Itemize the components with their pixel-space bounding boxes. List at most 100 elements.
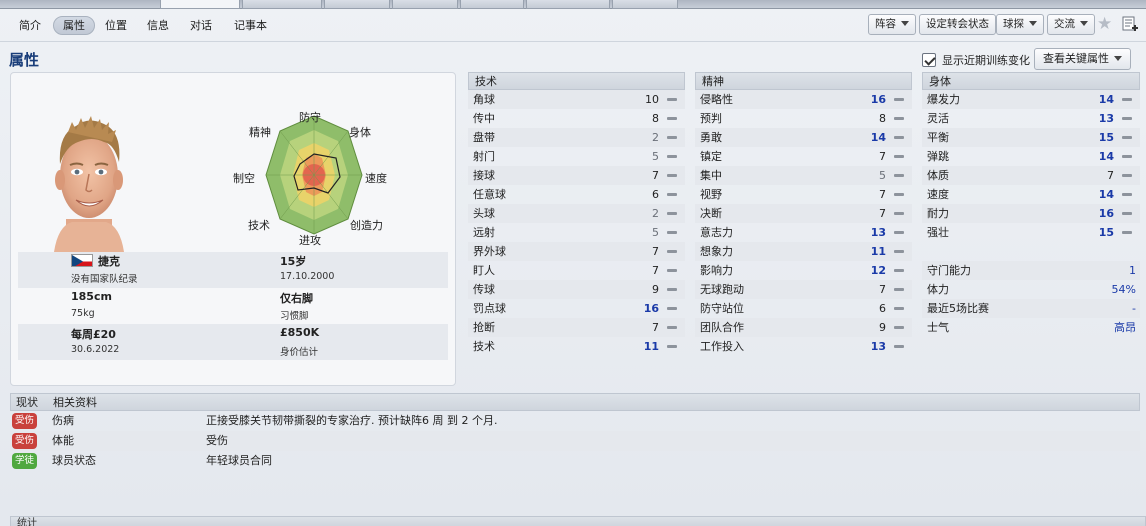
attribute-name: 决断 [700, 207, 722, 220]
attribute-value: 13 [870, 226, 886, 239]
attribute-row[interactable]: 界外球 7 [468, 242, 685, 261]
no-change-icon [667, 250, 677, 253]
attribute-name: 勇敢 [700, 131, 722, 144]
attribute-row[interactable]: 勇敢 14 [695, 128, 912, 147]
attribute-row[interactable]: 体质 7 [922, 166, 1140, 185]
attribute-row[interactable]: 角球 10 [468, 90, 685, 109]
no-change-icon [894, 288, 904, 291]
attribute-name: 工作投入 [700, 340, 744, 353]
subnav-positions[interactable]: 位置 [96, 16, 136, 35]
attribute-row[interactable]: 传球 9 [468, 280, 685, 299]
status-detail: 受伤 [206, 434, 228, 447]
attribute-name: 体质 [927, 169, 949, 182]
attribute-row[interactable]: 接球 7 [468, 166, 685, 185]
subnav-attributes[interactable]: 属性 [53, 16, 95, 35]
nationality-cell[interactable]: 捷克 [71, 253, 120, 269]
star-icon[interactable]: ★ [1097, 15, 1115, 33]
subnav-notebook[interactable]: 记事本 [225, 16, 276, 35]
attribute-row[interactable]: 体力 54% [922, 280, 1140, 299]
age: 15岁 [280, 255, 307, 268]
interact-dropdown[interactable]: 交流 [1047, 14, 1095, 35]
attribute-value: 54% [1111, 283, 1136, 296]
info-row: 每周£20 30.6.2022 £850K 身价估计 [18, 324, 448, 360]
attribute-row[interactable]: 侵略性 16 [695, 90, 912, 109]
top-tab[interactable] [526, 0, 610, 9]
attribute-row[interactable]: 远射 5 [468, 223, 685, 242]
subnav-info[interactable]: 信息 [138, 16, 178, 35]
lineup-dropdown[interactable]: 阵容 [868, 14, 916, 35]
attribute-row[interactable]: 耐力 16 [922, 204, 1140, 223]
attribute-row[interactable]: 技术 11 [468, 337, 685, 356]
attribute-row[interactable]: 士气 高昂 [922, 318, 1140, 337]
attribute-name: 想象力 [700, 245, 733, 258]
radar-label-mental: 精神 [249, 126, 271, 139]
attribute-row[interactable]: 任意球 6 [468, 185, 685, 204]
attribute-row[interactable]: 罚点球 16 [468, 299, 685, 318]
attribute-value: 14 [1098, 188, 1114, 201]
attribute-value: - [1132, 302, 1136, 315]
attribute-row[interactable]: 抢断 7 [468, 318, 685, 337]
attribute-value: 12 [870, 264, 886, 277]
attribute-row[interactable]: 视野 7 [695, 185, 912, 204]
top-tab[interactable] [242, 0, 322, 9]
top-tab[interactable] [460, 0, 524, 9]
attribute-name: 角球 [473, 93, 495, 106]
add-note-icon[interactable] [1122, 16, 1138, 34]
attribute-value: 11 [643, 340, 659, 353]
top-tab[interactable] [392, 0, 458, 9]
attribute-row[interactable]: 速度 14 [922, 185, 1140, 204]
attribute-row[interactable]: 平衡 15 [922, 128, 1140, 147]
attribute-row[interactable]: 想象力 11 [695, 242, 912, 261]
page-title: 属性 [9, 51, 40, 69]
attribute-row[interactable]: 工作投入 13 [695, 337, 912, 356]
transfer-status-button[interactable]: 设定转会状态 [919, 14, 996, 35]
key-attributes-dropdown[interactable]: 查看关键属性 [1034, 48, 1131, 70]
scout-dropdown[interactable]: 球探 [996, 14, 1044, 35]
details-col-header: 相关资料 [53, 396, 97, 409]
attribute-row[interactable]: 决断 7 [695, 204, 912, 223]
attribute-row[interactable]: 爆发力 14 [922, 90, 1140, 109]
attribute-row[interactable]: 意志力 13 [695, 223, 912, 242]
attribute-row[interactable]: 强壮 15 [922, 223, 1140, 242]
no-change-icon [894, 250, 904, 253]
top-tab[interactable] [612, 0, 678, 9]
no-change-icon [667, 98, 677, 101]
show-training-changes-checkbox[interactable]: 显示近期训练变化 [922, 52, 1030, 68]
attribute-value: 5 [879, 169, 886, 182]
stats-label: 统计 [17, 518, 37, 526]
attribute-name: 意志力 [700, 226, 733, 239]
status-row[interactable]: 学徒 球员状态 年轻球员合同 [10, 451, 1140, 471]
attribute-value: 9 [879, 321, 886, 334]
no-change-icon [1122, 136, 1132, 139]
attribute-row[interactable]: 灵活 13 [922, 109, 1140, 128]
attribute-name: 盘带 [473, 131, 495, 144]
attribute-row[interactable]: 集中 5 [695, 166, 912, 185]
attribute-row[interactable]: 预判 8 [695, 109, 912, 128]
attribute-row[interactable]: 弹跳 14 [922, 147, 1140, 166]
attribute-row[interactable]: 头球 2 [468, 204, 685, 223]
attribute-name: 预判 [700, 112, 722, 125]
top-tab-strip [0, 0, 1146, 9]
attribute-row[interactable]: 团队合作 9 [695, 318, 912, 337]
status-row[interactable]: 受伤 体能 受伤 [10, 431, 1140, 451]
attribute-row[interactable]: 影响力 12 [695, 261, 912, 280]
top-tab[interactable] [324, 0, 390, 9]
attribute-value: 6 [652, 188, 659, 201]
status-row[interactable]: 受伤 伤病 正接受膝关节韧带撕裂的专家治疗. 预计缺阵6 周 到 2 个月. [10, 411, 1140, 431]
height: 185cm [71, 290, 112, 303]
attribute-row[interactable]: 传中 8 [468, 109, 685, 128]
top-tab-active[interactable] [160, 0, 240, 9]
attribute-value: 7 [879, 150, 886, 163]
attribute-row[interactable]: 防守站位 6 [695, 299, 912, 318]
subnav-interaction[interactable]: 对话 [181, 16, 221, 35]
attribute-name: 盯人 [473, 264, 495, 277]
attribute-row[interactable]: 守门能力 1 [922, 261, 1140, 280]
attribute-row[interactable]: 射门 5 [468, 147, 685, 166]
subnav-overview[interactable]: 简介 [10, 16, 50, 35]
attribute-row[interactable]: 最近5场比赛 - [922, 299, 1140, 318]
attribute-row[interactable]: 无球跑动 7 [695, 280, 912, 299]
attribute-row[interactable]: 盘带 2 [468, 128, 685, 147]
status-col-header: 现状 [16, 396, 38, 409]
attribute-row[interactable]: 盯人 7 [468, 261, 685, 280]
attribute-row[interactable]: 镇定 7 [695, 147, 912, 166]
